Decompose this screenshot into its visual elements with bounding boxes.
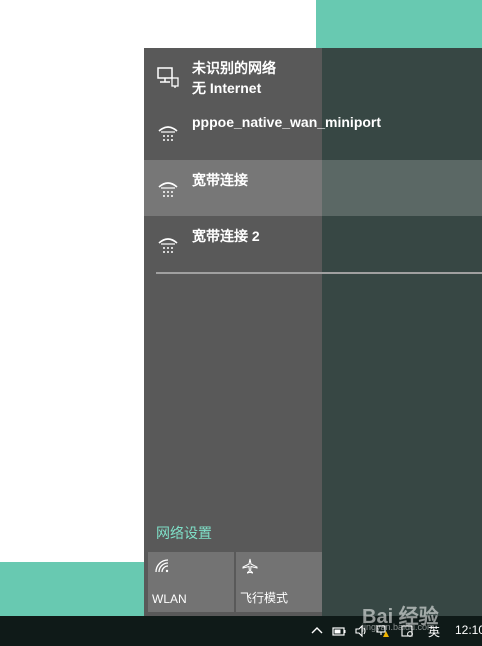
network-item-broadband[interactable]: 宽带连接: [144, 160, 482, 216]
dialup-icon: [158, 182, 178, 197]
network-list: 未识别的网络 无 Internet pppoe_native_wan_minip…: [144, 48, 482, 272]
network-item-broadband-2[interactable]: 宽带连接 2: [144, 216, 482, 272]
tile-label: 飞行模式: [240, 591, 289, 605]
dialup-icon: [158, 126, 178, 141]
ethernet-icon: [157, 67, 179, 88]
divider: [156, 272, 482, 274]
network-flyout: 未识别的网络 无 Internet pppoe_native_wan_minip…: [144, 48, 482, 616]
dialup-icon: [158, 238, 178, 253]
wifi-icon: [155, 559, 169, 573]
network-item-unidentified[interactable]: 未识别的网络 无 Internet: [144, 48, 482, 104]
tile-label: WLAN: [152, 592, 187, 606]
chevron-up-icon[interactable]: [310, 624, 324, 638]
network-name: 宽带连接 2: [192, 228, 260, 244]
network-name: 未识别的网络: [192, 60, 276, 76]
wlan-toggle-tile[interactable]: WLAN: [148, 552, 234, 612]
airplane-icon: [242, 558, 258, 574]
network-item-pppoe[interactable]: pppoe_native_wan_miniport: [144, 104, 482, 160]
network-status: 无 Internet: [192, 80, 262, 96]
battery-icon[interactable]: [332, 624, 346, 638]
network-settings-link[interactable]: 网络设置: [156, 523, 212, 543]
network-name: 宽带连接: [192, 172, 248, 188]
watermark-subtext: jingyan.baidu.com: [362, 622, 435, 632]
desktop-background-bottom-left: [0, 562, 144, 616]
watermark: Bai 经验 jingyan.baidu.com: [362, 592, 482, 638]
desktop-background-top: [316, 0, 482, 48]
airplane-mode-tile[interactable]: 飞行模式: [236, 552, 322, 612]
network-name: pppoe_native_wan_miniport: [192, 114, 382, 130]
